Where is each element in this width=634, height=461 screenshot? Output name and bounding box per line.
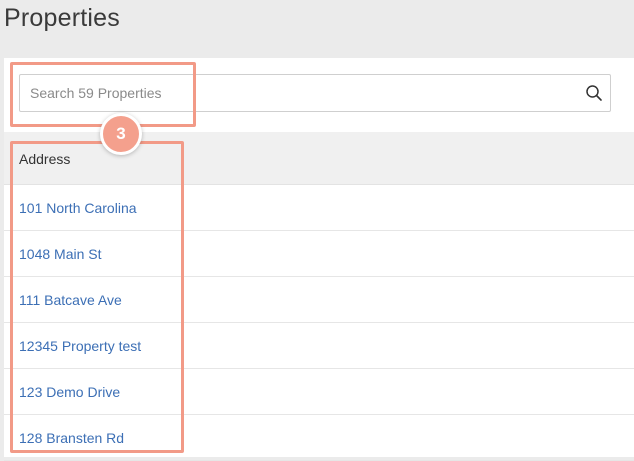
table-row: 128 Bransten Rd (4, 415, 634, 461)
table-row: 111 Batcave Ave (4, 277, 634, 323)
search-box[interactable] (19, 74, 611, 112)
table-row: 101 North Carolina (4, 185, 634, 231)
property-link[interactable]: 123 Demo Drive (19, 384, 120, 400)
properties-panel: Address 101 North Carolina 1048 Main St … (4, 58, 634, 461)
table-row: 123 Demo Drive (4, 369, 634, 415)
table-header: Address (4, 132, 634, 185)
table-body: 101 North Carolina 1048 Main St 111 Batc… (4, 185, 634, 461)
column-header-address[interactable]: Address (19, 151, 70, 167)
search-icon[interactable] (585, 84, 603, 102)
step-number-badge: 3 (100, 113, 142, 155)
property-link[interactable]: 101 North Carolina (19, 200, 137, 216)
table-row: 12345 Property test (4, 323, 634, 369)
table-row: 1048 Main St (4, 231, 634, 277)
property-link[interactable]: 12345 Property test (19, 338, 141, 354)
property-link[interactable]: 1048 Main St (19, 246, 102, 262)
page-title: Properties (4, 4, 120, 32)
search-input[interactable] (20, 75, 590, 111)
property-link[interactable]: 128 Bransten Rd (19, 430, 124, 446)
property-link[interactable]: 111 Batcave Ave (19, 292, 122, 308)
